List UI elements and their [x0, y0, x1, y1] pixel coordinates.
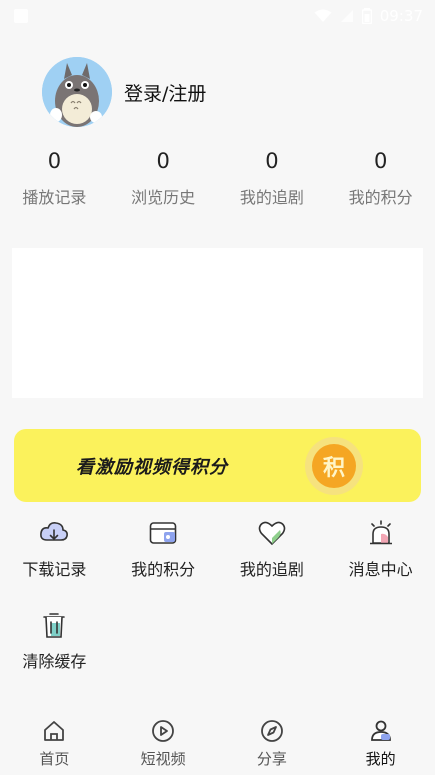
stat-label: 我的积分: [348, 188, 413, 207]
alarm-icon: [366, 518, 396, 548]
nav-label: 短视频: [140, 750, 186, 768]
stat-label: 我的追剧: [239, 188, 304, 207]
stat-browse-history[interactable]: 0 浏览历史: [109, 148, 218, 208]
ad-placeholder-card: [12, 248, 423, 398]
bottom-navigation: 首页 短视频 分享 我的: [0, 712, 435, 775]
nav-label: 分享: [256, 750, 287, 768]
stat-label: 播放记录: [22, 188, 87, 207]
stat-value: 0: [47, 149, 62, 173]
signal-icon: [340, 10, 353, 22]
home-icon: [41, 718, 67, 744]
stat-play-history[interactable]: 0 播放记录: [0, 148, 109, 208]
stat-value: 0: [265, 149, 279, 173]
nav-short-video[interactable]: 短视频: [109, 712, 218, 775]
stats-row: 0 播放记录 0 浏览历史 0 我的追剧 0 我的积分: [0, 148, 435, 208]
status-bar: 09:37: [0, 0, 435, 32]
menu-clear-cache[interactable]: 清除缓存: [0, 610, 109, 702]
nav-home[interactable]: 首页: [0, 712, 109, 775]
totoro-avatar-icon: [42, 57, 112, 127]
trash-icon: [39, 610, 69, 640]
reward-video-banner[interactable]: 看激励视频得积分 积: [14, 429, 421, 502]
stat-following[interactable]: 0 我的追剧: [218, 148, 327, 208]
stat-value: 0: [156, 149, 170, 173]
reward-banner-text: 看激励视频得积分: [76, 457, 228, 478]
play-icon: [150, 718, 176, 744]
heart-icon: [257, 518, 287, 548]
login-register-link[interactable]: 登录/注册: [124, 79, 206, 106]
menu-label: 下载记录: [22, 560, 87, 579]
nav-share[interactable]: 分享: [218, 712, 327, 775]
points-coin-icon: 积: [305, 437, 363, 495]
menu-download-records[interactable]: 下载记录: [0, 518, 109, 610]
menu-message-center[interactable]: 消息中心: [326, 518, 435, 610]
profile-header[interactable]: 登录/注册: [42, 57, 206, 127]
menu-label: 我的追剧: [239, 560, 304, 579]
nav-mine[interactable]: 我的: [326, 712, 435, 775]
card-icon: [148, 518, 178, 548]
menu-following[interactable]: 我的追剧: [218, 518, 327, 610]
menu-label: 清除缓存: [22, 652, 87, 671]
cloud-download-icon: [39, 518, 69, 548]
compass-icon: [259, 718, 285, 744]
avatar[interactable]: [42, 57, 112, 127]
coin-char: 积: [312, 444, 356, 488]
user-icon: [368, 718, 394, 744]
stat-label: 浏览历史: [131, 188, 196, 207]
battery-icon: [361, 8, 372, 24]
notification-icon: [14, 9, 28, 23]
function-grid: 下载记录 我的积分 我的追剧 消息中心 清除缓存: [0, 518, 435, 702]
stat-points[interactable]: 0 我的积分: [326, 148, 435, 208]
clock: 09:37: [379, 7, 423, 25]
menu-my-points[interactable]: 我的积分: [109, 518, 218, 610]
menu-label: 我的积分: [131, 560, 196, 579]
nav-label: 我的: [365, 750, 396, 768]
stat-value: 0: [373, 149, 388, 173]
status-indicators: 09:37: [314, 7, 423, 25]
wifi-icon: [314, 9, 332, 22]
menu-label: 消息中心: [348, 560, 413, 579]
nav-label: 首页: [39, 750, 70, 768]
